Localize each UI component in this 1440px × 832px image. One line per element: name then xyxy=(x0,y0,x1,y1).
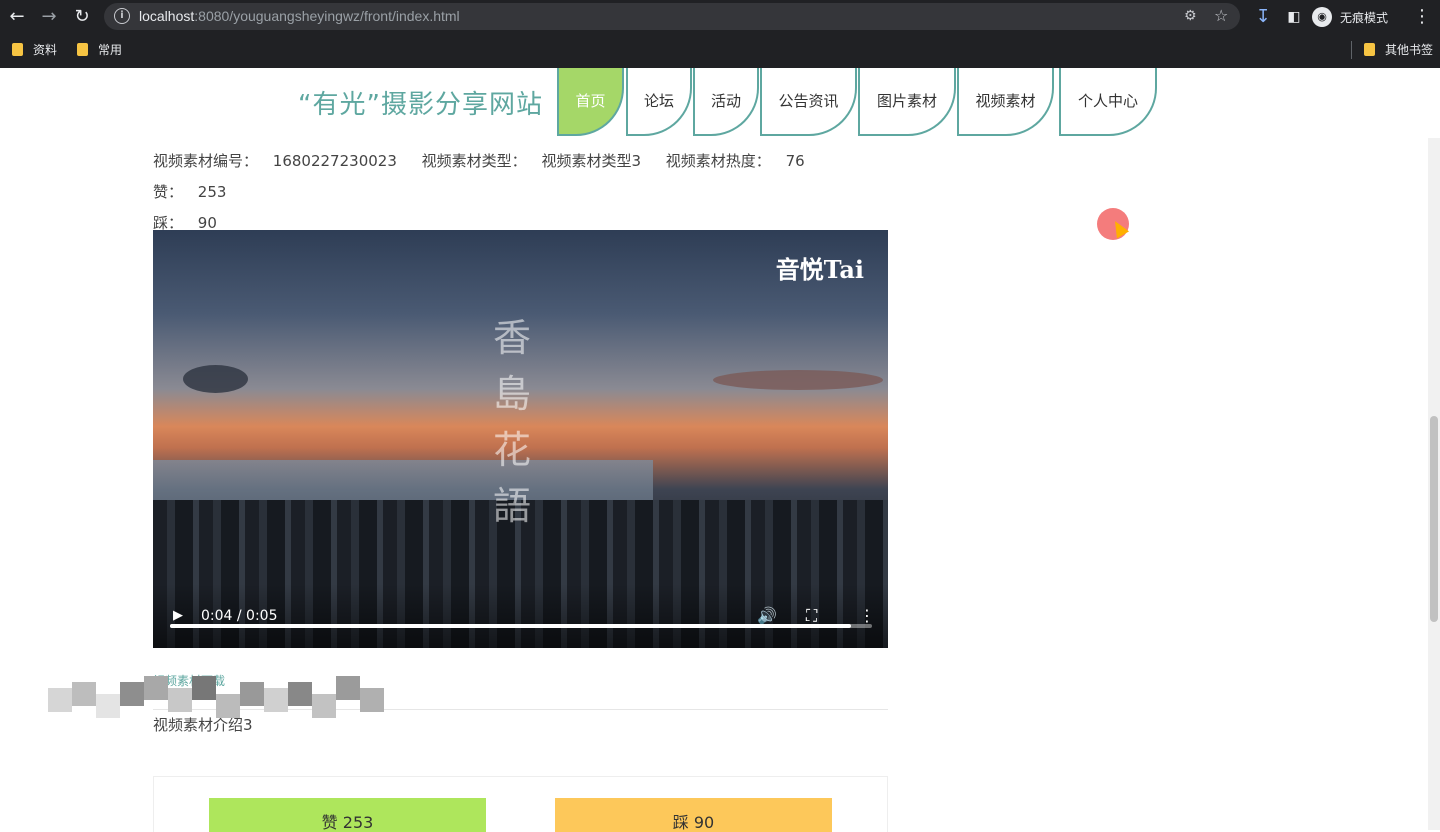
video-progress-bar[interactable] xyxy=(170,624,872,628)
nav-forum[interactable]: 论坛 xyxy=(626,68,692,136)
incognito-label: 无痕模式 xyxy=(1340,10,1389,25)
field-type: 视频素材类型： 视频素材类型3 xyxy=(421,152,641,170)
nav-video-materials[interactable]: 视频素材 xyxy=(957,68,1054,136)
nav-image-materials[interactable]: 图片素材 xyxy=(858,68,956,136)
incognito-icon: ◉ xyxy=(1312,7,1332,27)
video-time: 0:04 / 0:05 xyxy=(201,608,278,624)
field-number: 视频素材编号： 1680227230023 xyxy=(153,152,397,170)
incognito-badge[interactable]: ◉ 无痕模式 xyxy=(1312,5,1388,29)
site-title: “有光”摄影分享网站 xyxy=(298,90,543,120)
site-info-icon[interactable]: i xyxy=(114,8,130,24)
address-bar[interactable]: i localhost:8080/youguangsheyingwz/front… xyxy=(104,3,1240,30)
browser-toolbar: ← → ↻ i localhost:8080/youguangsheyingwz… xyxy=(0,0,1440,33)
bookmark-folder[interactable]: 常用 xyxy=(77,41,122,58)
video-controls: ▶ 0:04 / 0:05 🔊 ⛶ ⋮ xyxy=(153,584,888,648)
download-icon[interactable]: ↧ xyxy=(1252,6,1274,28)
bookmarks-bar: 资料 常用 其他书签 xyxy=(0,35,1440,64)
video-player[interactable]: 音悦Tai 香島花語 ▶ 0:04 / 0:05 🔊 ⛶ ⋮ xyxy=(153,230,888,648)
folder-icon xyxy=(12,43,23,56)
menu-icon[interactable]: ⋮ xyxy=(1411,6,1433,28)
scrollbar-thumb[interactable] xyxy=(1430,416,1438,622)
bookmark-star-icon[interactable]: ☆ xyxy=(1214,6,1228,25)
folder-icon xyxy=(1364,43,1375,56)
side-panel-icon[interactable]: ◧ xyxy=(1283,6,1305,28)
blocked-icon[interactable]: ⚙ xyxy=(1184,8,1197,24)
video-progress-fill xyxy=(170,624,851,628)
volume-icon[interactable]: 🔊 xyxy=(757,606,777,625)
fullscreen-icon[interactable]: ⛶ xyxy=(806,606,817,626)
play-icon[interactable]: ▶ xyxy=(173,608,183,623)
pixelated-overlay xyxy=(48,676,390,726)
like-button[interactable]: 赞 253 xyxy=(209,798,486,832)
dislike-button[interactable]: 踩 90 xyxy=(555,798,832,832)
bookmark-folder[interactable]: 资料 xyxy=(12,41,57,58)
url-text: localhost:8080/youguangsheyingwz/front/i… xyxy=(139,8,460,24)
field-heat: 视频素材热度： 76 xyxy=(665,152,805,170)
browser-chrome: ← → ↻ i localhost:8080/youguangsheyingwz… xyxy=(0,0,1440,68)
nav-activity[interactable]: 活动 xyxy=(693,68,759,136)
nav-personal-center[interactable]: 个人中心 xyxy=(1059,68,1157,136)
page-scrollbar[interactable] xyxy=(1428,138,1440,830)
vote-panel: 赞 253 踩 90 xyxy=(153,776,888,832)
more-options-icon[interactable]: ⋮ xyxy=(859,606,875,625)
reload-icon[interactable]: ↻ xyxy=(71,6,93,28)
divider xyxy=(1351,41,1352,59)
nav-home[interactable]: 首页 xyxy=(557,68,624,136)
back-icon[interactable]: ← xyxy=(6,6,28,28)
cloud-shape xyxy=(713,370,883,390)
video-calligraphy: 香島花語 xyxy=(493,316,532,528)
page-content: “有光”摄影分享网站 首页 论坛 活动 公告资讯 图片素材 视频素材 个人中心 … xyxy=(0,68,1440,832)
forward-icon[interactable]: → xyxy=(38,6,60,28)
video-watermark: 音悦Tai xyxy=(775,255,864,284)
field-likes: 赞： 253 xyxy=(153,183,227,201)
cloud-shape xyxy=(183,365,248,393)
folder-icon xyxy=(77,43,88,56)
other-bookmarks[interactable]: 其他书签 xyxy=(1364,41,1433,58)
nav-announcements[interactable]: 公告资讯 xyxy=(760,68,857,136)
video-material-info: 视频素材编号： 1680227230023 视频素材类型： 视频素材类型3 视频… xyxy=(153,146,888,239)
